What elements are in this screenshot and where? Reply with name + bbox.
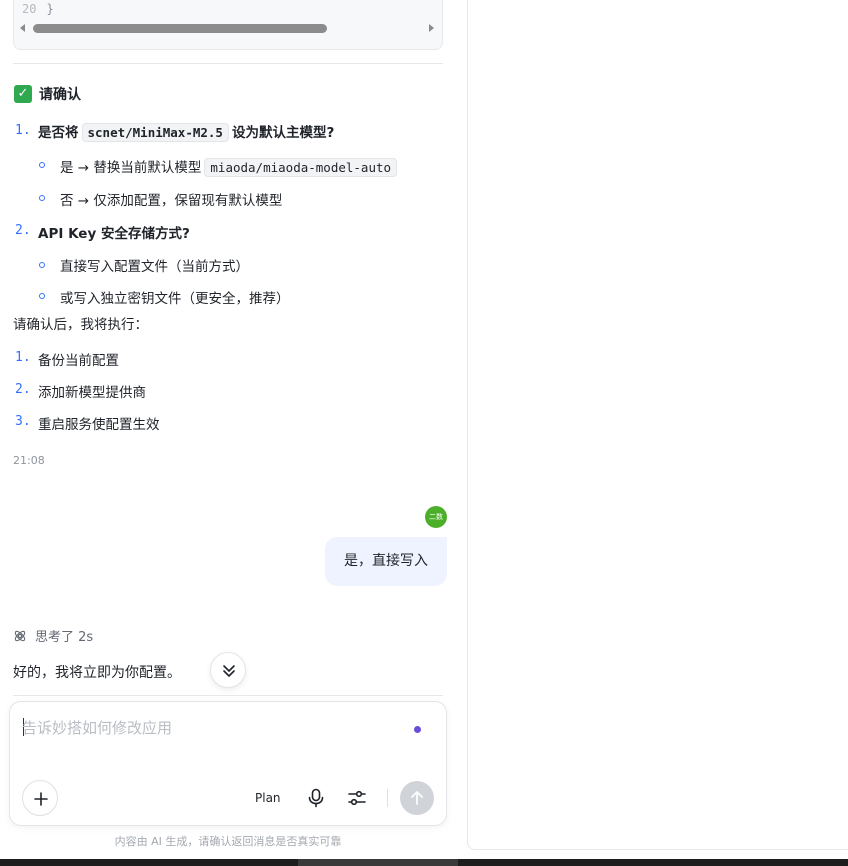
code-block: 20} [13,0,443,50]
status-dot [414,726,421,733]
option-no: 否 → 仅添加配置，保留现有默认模型 [60,193,283,209]
step-number: 3. [15,414,31,429]
plan-button[interactable]: Plan [255,791,281,805]
step-item: 备份当前配置 [38,353,119,369]
confirm-heading-text: 请确认 [39,87,81,103]
scroll-right-icon[interactable] [429,24,434,32]
code-text: } [46,2,54,16]
step-item: 添加新模型提供商 [38,385,146,401]
thinking-indicator[interactable]: 思考了 2s [13,626,93,645]
bottom-bar-segment [298,859,458,866]
scroll-left-icon[interactable] [20,24,25,32]
bullet [39,162,45,168]
mic-icon[interactable] [307,788,325,808]
assistant-reply: 好的，我将立即为你配置。 [13,665,181,681]
add-button[interactable] [22,780,58,816]
after-confirm-text: 请确认后，我将执行： [13,317,148,333]
option-yes-text: 是 → 替换当前默认模型 [60,160,202,176]
question-1-post: 设为默认主模型? [231,125,335,141]
avatar[interactable]: 二数 [425,506,447,528]
message-input[interactable] [22,716,402,740]
thinking-text: 思考了 2s [35,630,94,645]
current-model-code: miaoda/miaoda-model-auto [204,158,398,177]
sliders-icon[interactable] [347,788,367,808]
composer: Plan [9,701,447,826]
message-timestamp: 21:08 [13,454,45,467]
list-number: 2. [15,223,31,238]
chevrons-down-icon [223,665,235,677]
step-number: 1. [15,350,31,365]
question-1: 是否将 scnet/MiniMax-M2.5 设为默认主模型? [38,121,335,142]
scrollbar-thumb[interactable] [33,24,327,33]
ai-disclaimer: 内容由 AI 生成，请确认返回消息是否真实可靠 [114,835,342,848]
user-message-bubble: 是，直接写入 [325,537,447,586]
code-line: 20} [22,2,54,16]
divider [13,695,443,696]
option-secret-file: 或写入独立密钥文件（更安全，推荐） [60,291,290,307]
option-yes: 是 → 替换当前默认模型 miaoda/miaoda-model-auto [60,156,400,177]
question-2: API Key 安全存储方式? [38,226,190,242]
arrow-up-icon [411,791,423,805]
bullet [39,262,45,268]
question-1-pre: 是否将 [38,125,79,141]
horizontal-scrollbar[interactable] [18,21,438,35]
bottom-bar [0,859,848,866]
step-item: 重启服务使配置生效 [38,417,160,433]
check-icon: ✓ [14,85,32,103]
toolbar-separator [387,789,388,807]
bullet [39,195,45,201]
confirm-heading: ✓ 请确认 [14,84,81,104]
line-number: 20 [22,2,37,16]
preview-panel [467,0,848,850]
think-icon [14,630,26,641]
option-direct-write: 直接写入配置文件（当前方式） [60,259,249,275]
divider [13,63,443,64]
send-button[interactable] [400,781,434,815]
list-number: 1. [15,123,31,138]
scroll-to-bottom-button[interactable] [210,652,246,688]
step-number: 2. [15,382,31,397]
model-code: scnet/MiniMax-M2.5 [81,123,229,142]
plus-icon [34,792,48,806]
bullet [39,293,45,299]
chat-panel: 20} ✓ 请确认 1. 是否将 scnet/MiniMax-M2.5 设为默认主模… [0,0,458,866]
